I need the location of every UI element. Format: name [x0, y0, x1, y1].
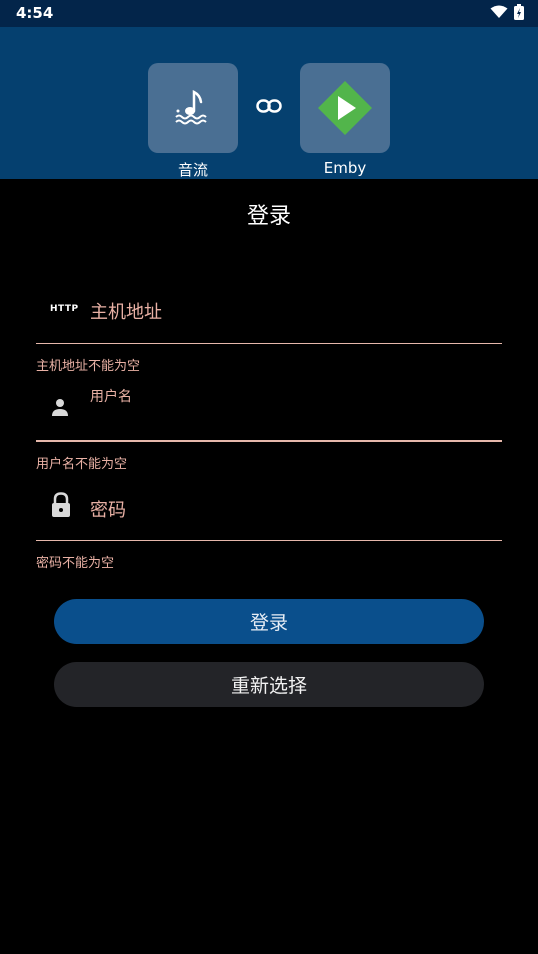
password-field[interactable]: 密码: [36, 486, 502, 542]
wifi-icon: [490, 5, 508, 18]
status-time: 4:54: [16, 4, 54, 22]
link-icon: [256, 99, 282, 113]
music-note-icon: [175, 89, 207, 125]
username-field[interactable]: 用户名: [36, 380, 502, 444]
host-error: 主机地址不能为空: [36, 359, 141, 374]
username-underline: [36, 440, 502, 442]
lock-icon: [52, 492, 70, 517]
battery-icon: [514, 4, 524, 20]
host-placeholder: 主机地址: [90, 302, 162, 323]
username-floating-label: 用户名: [90, 389, 132, 405]
password-underline: [36, 540, 502, 541]
http-icon: HTTP: [50, 304, 79, 314]
login-button[interactable]: 登录: [54, 599, 484, 644]
emby-logo-icon: [318, 81, 372, 135]
yinliu-label: 音流: [177, 161, 208, 179]
host-field[interactable]: HTTP 主机地址: [36, 290, 502, 346]
yinliu-app-tile: [148, 63, 238, 153]
connection-header: 音流 Emby: [0, 27, 538, 179]
status-icons: [490, 4, 524, 20]
person-icon: [52, 399, 68, 416]
page-title: 登录: [246, 204, 291, 229]
emby-app-tile: [300, 63, 390, 153]
password-error: 密码不能为空: [36, 556, 115, 571]
username-error: 用户名不能为空: [36, 457, 128, 472]
status-bar: 4:54: [0, 0, 538, 27]
password-placeholder: 密码: [90, 500, 126, 521]
emby-label: Emby: [323, 159, 367, 177]
reselect-button[interactable]: 重新选择: [54, 662, 484, 707]
host-underline: [36, 343, 502, 344]
